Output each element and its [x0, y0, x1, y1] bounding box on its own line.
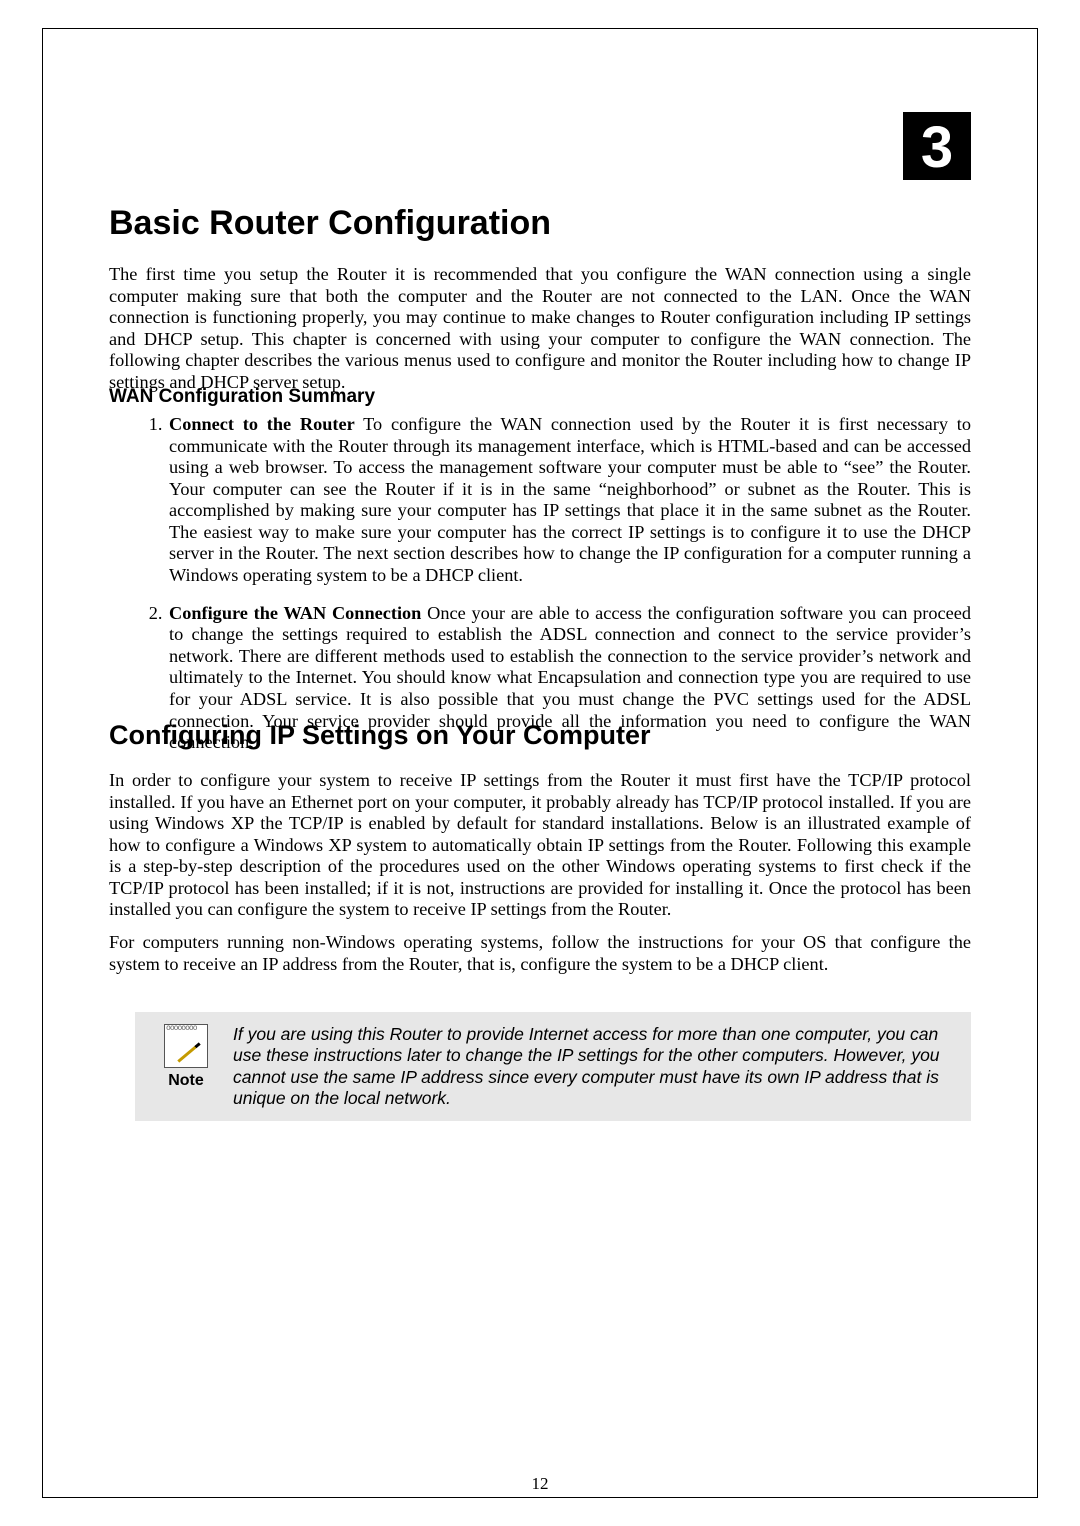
wan-summary-heading: WAN Configuration Summary	[109, 386, 375, 408]
list-item: Connect to the Router To configure the W…	[167, 414, 971, 587]
intro-paragraph: The first time you setup the Router it i…	[109, 264, 971, 393]
section-heading: Configuring IP Settings on Your Computer	[109, 720, 651, 751]
list-item-body: To configure the WAN connection used by …	[169, 414, 971, 585]
list-item-lead: Connect to the Router	[169, 414, 355, 434]
page-title: Basic Router Configuration	[109, 204, 551, 243]
note-label: Note	[168, 1072, 204, 1090]
chapter-number-badge: 3	[903, 112, 971, 180]
note-text: If you are using this Router to provide …	[225, 1024, 957, 1109]
wan-summary-list: Connect to the Router To configure the W…	[109, 414, 971, 770]
list-item-lead: Configure the WAN Connection	[169, 603, 421, 623]
page-number: 12	[0, 1474, 1080, 1494]
note-callout: oooooooo Note If you are using this Rout…	[135, 1012, 971, 1121]
note-icon-column: oooooooo Note	[147, 1024, 225, 1090]
section-paragraph-2: For computers running non-Windows operat…	[109, 932, 971, 975]
notepad-icon: oooooooo	[164, 1024, 208, 1068]
section-paragraph-1: In order to configure your system to rec…	[109, 770, 971, 921]
